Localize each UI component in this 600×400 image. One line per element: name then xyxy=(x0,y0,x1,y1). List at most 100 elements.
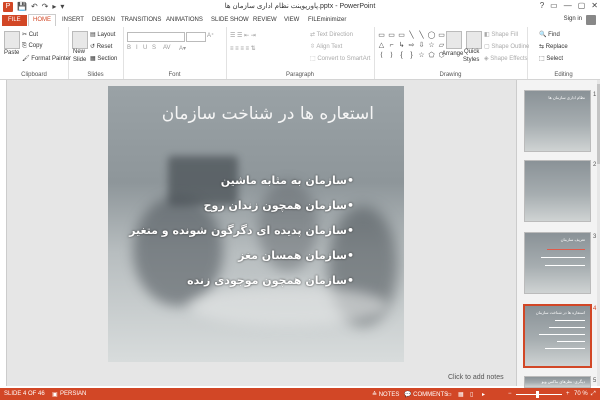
replace-button[interactable]: ⇆ Replace xyxy=(539,43,568,50)
bullets-icon[interactable]: ☰ ☰ ⇤ ⇥ xyxy=(230,32,256,39)
parallelogram-shape-icon[interactable]: ▱ xyxy=(437,41,446,50)
font-color-icon[interactable]: A▾ xyxy=(179,45,186,52)
comments-button[interactable]: 💬 COMMENTS xyxy=(404,391,448,398)
elbow-shape-icon[interactable]: ⌐ xyxy=(387,41,396,50)
brace-shape-icon[interactable]: } xyxy=(407,51,416,60)
rectangle-shape-icon[interactable]: ▭ xyxy=(377,31,386,40)
slide-thumbnail-2[interactable] xyxy=(524,160,591,222)
zoom-slider-handle[interactable] xyxy=(536,391,539,398)
language-indicator[interactable]: PERSIAN xyxy=(60,391,86,397)
cut-button[interactable]: ✂ Cut xyxy=(22,31,38,38)
bracket-shape-icon[interactable]: ⟨ xyxy=(377,51,386,60)
zoom-slider[interactable] xyxy=(516,394,562,395)
font-size-field[interactable] xyxy=(186,32,206,42)
normal-view-icon[interactable]: ▭ xyxy=(446,391,452,398)
zoom-out-icon[interactable]: − xyxy=(508,391,512,397)
sign-in-link[interactable]: Sign in xyxy=(564,16,582,22)
slide-thumbnail-3[interactable]: تعریف سازمان xyxy=(524,232,591,294)
alignment-icons[interactable]: ≡ ≡ ≡ ≡ ⇅ xyxy=(230,45,256,52)
zoom-level[interactable]: 70 % xyxy=(574,391,588,397)
tab-animations[interactable]: ANIMATIONS xyxy=(166,15,203,26)
triangle-shape-icon[interactable]: △ xyxy=(377,41,386,50)
tab-slide-show[interactable]: SLIDE SHOW xyxy=(211,15,249,26)
quick-styles-button[interactable]: Quick xyxy=(464,49,479,55)
line-shape-icon[interactable]: ╲ xyxy=(417,31,426,40)
quick-styles-icon[interactable] xyxy=(466,31,482,49)
right-arrow-shape-icon[interactable]: ⇨ xyxy=(407,41,416,50)
bold-button[interactable]: B xyxy=(127,45,131,51)
reset-button[interactable]: ↺ Reset xyxy=(90,43,112,50)
close-icon[interactable]: ✕ xyxy=(591,1,598,10)
pentagon-shape-icon[interactable]: ⬠ xyxy=(427,51,436,60)
grow-font-icon[interactable]: A⁺ xyxy=(207,32,214,39)
strikethrough-button[interactable]: S xyxy=(152,45,156,51)
maximize-icon[interactable]: ▢ xyxy=(578,1,586,10)
tab-view[interactable]: VIEW xyxy=(284,15,299,26)
italic-button[interactable]: I xyxy=(136,45,138,51)
tab-transitions[interactable]: TRANSITIONS xyxy=(121,15,161,26)
thumbnail-text-line xyxy=(539,334,585,335)
char-spacing-icon[interactable]: AV xyxy=(163,45,171,51)
tab-insert[interactable]: INSERT xyxy=(62,15,84,26)
slide-bullet-list[interactable]: •سازمان به مثابه ماشین •سازمان همچون زند… xyxy=(114,174,354,299)
current-slide[interactable]: استعاره ها در شناخت سازمان •سازمان به مث… xyxy=(108,86,404,362)
zoom-in-icon[interactable]: + xyxy=(566,391,570,397)
minimize-icon[interactable]: — xyxy=(564,1,572,10)
notes-placeholder[interactable]: Click to add notes xyxy=(448,374,504,381)
new-slide-button-label[interactable]: Slide xyxy=(73,57,86,63)
thumbnail-text-line xyxy=(541,257,585,258)
slideshow-view-icon[interactable]: ▸ xyxy=(482,391,485,398)
find-button[interactable]: 🔍 Find xyxy=(539,31,560,38)
tab-review[interactable]: REVIEW xyxy=(253,15,277,26)
paste-icon[interactable] xyxy=(4,31,20,49)
oval-shape-icon[interactable]: ◯ xyxy=(427,31,436,40)
bracket-shape-icon[interactable]: ⟩ xyxy=(387,51,396,60)
layout-button[interactable]: ▤ Layout xyxy=(90,31,115,38)
line-shape-icon[interactable]: ╲ xyxy=(407,31,416,40)
section-button[interactable]: ▦ Section xyxy=(90,55,117,62)
tab-design[interactable]: DESIGN xyxy=(92,15,115,26)
font-name-field[interactable] xyxy=(127,32,185,42)
help-icon[interactable]: ? xyxy=(540,1,544,10)
star-shape-icon[interactable]: ☆ xyxy=(427,41,436,50)
proofing-icon[interactable]: ▣ xyxy=(52,391,58,398)
convert-smartart-button[interactable]: ⬚ Convert to SmartArt xyxy=(310,55,370,62)
shape-fill-button[interactable]: ◧ Shape Fill xyxy=(484,31,518,38)
bent-arrow-shape-icon[interactable]: ↳ xyxy=(397,41,406,50)
new-slide-icon[interactable] xyxy=(72,31,88,49)
rectangle-shape-icon[interactable]: ▭ xyxy=(397,31,406,40)
rectangle-shape-icon[interactable]: ▭ xyxy=(437,31,446,40)
new-slide-button[interactable]: New xyxy=(73,49,85,55)
tab-file[interactable]: FILE xyxy=(2,15,27,26)
underline-button[interactable]: U xyxy=(143,45,147,51)
slide-thumbnail-5[interactable]: دیگری: نظرهای ماکس ویو xyxy=(524,376,591,388)
slide-title[interactable]: استعاره ها در شناخت سازمان xyxy=(108,104,374,124)
shape-outline-button[interactable]: ▢ Shape Outline xyxy=(484,43,529,50)
select-button[interactable]: ⬚ Select xyxy=(539,55,563,62)
copy-button[interactable]: ⎘ Copy xyxy=(22,43,42,50)
text-direction-button[interactable]: ⇄ Text Direction xyxy=(310,31,353,38)
quick-styles-button-label[interactable]: Styles xyxy=(463,57,479,63)
format-painter-button[interactable]: 🖌 Format Painter xyxy=(22,55,71,62)
align-text-button[interactable]: ⇳ Align Text xyxy=(310,43,342,50)
down-arrow-shape-icon[interactable]: ⇩ xyxy=(417,41,426,50)
tab-fileminimizer[interactable]: FILEminimizer xyxy=(308,15,346,26)
slide-sorter-icon[interactable]: ▦ xyxy=(458,391,464,398)
ribbon-display-icon[interactable]: ▭ xyxy=(550,1,558,10)
avatar[interactable] xyxy=(586,15,596,25)
slide-thumbnail-4[interactable]: استعاره ها در شناخت سازمان xyxy=(523,304,592,368)
shape-effects-button[interactable]: ◈ Shape Effects xyxy=(484,55,528,62)
shape-effects-label: Shape Effects xyxy=(490,56,528,62)
arrange-icon[interactable] xyxy=(446,31,462,49)
star-shape-icon[interactable]: ☆ xyxy=(417,51,426,60)
notes-button[interactable]: ≙ NOTES xyxy=(372,391,399,398)
slide-thumbnail-1[interactable]: نظام اداری سازمان ها xyxy=(524,90,591,152)
tab-home[interactable]: HOME xyxy=(28,14,56,26)
fit-slide-icon[interactable]: ⤢ xyxy=(591,391,596,398)
arrange-button[interactable]: Arrange xyxy=(442,51,463,57)
paste-button[interactable]: Paste xyxy=(4,50,19,56)
shapes-gallery[interactable]: ▭ ▭ ▭ ╲ ╲ ◯ ▭ △ ⌐ ↳ ⇨ ⇩ ☆ ▱ ⟨ ⟩ { } ☆ ⬠ … xyxy=(377,31,446,61)
rectangle-shape-icon[interactable]: ▭ xyxy=(387,31,396,40)
brace-shape-icon[interactable]: { xyxy=(397,51,406,60)
reading-view-icon[interactable]: ▯ xyxy=(470,391,473,398)
